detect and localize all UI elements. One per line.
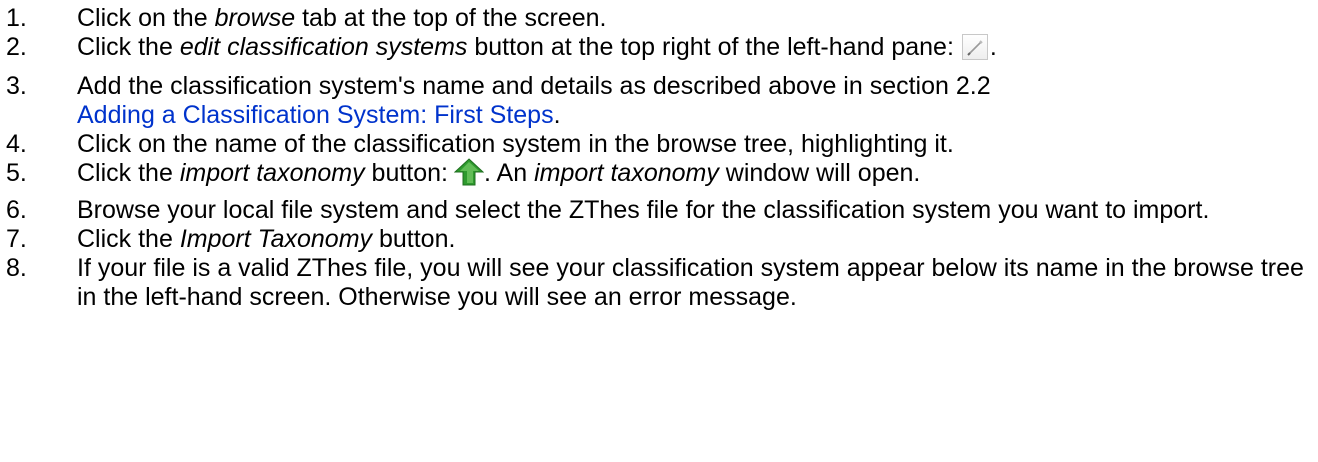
instruction-list: 1. Click on the browse tab at the top of…: [0, 0, 1318, 312]
step-text: If your file is a valid ZThes file, you …: [77, 254, 1304, 312]
step-2: 2. Click the edit classification systems…: [0, 33, 1318, 62]
step-number: 6.: [6, 196, 27, 225]
step-text: .: [553, 101, 561, 129]
step-3: 3. Add the classification system's name …: [0, 72, 1318, 130]
browse-tab-term: browse: [214, 4, 296, 32]
step-5: 5. Click the import taxonomy button: . An…: [0, 158, 1318, 188]
step-number: 5.: [6, 159, 27, 187]
edit-icon: [961, 34, 988, 61]
step-number: 8.: [6, 254, 27, 283]
step-text: Click on the name of the classification …: [77, 130, 954, 158]
import-taxonomy-term: import taxonomy: [534, 159, 719, 187]
import-taxonomy-button-term: Import Taxonomy: [179, 225, 373, 254]
step-text: Click the: [77, 225, 180, 254]
edit-classification-term: edit classification systems: [179, 33, 468, 61]
step-number: 4.: [6, 130, 27, 158]
step-text: button.: [372, 225, 456, 254]
step-6: 6. Browse your local file system and sel…: [0, 196, 1318, 225]
step-text: .: [989, 33, 997, 61]
step-text: Click the: [77, 33, 180, 61]
step-1: 1. Click on the browse tab at the top of…: [0, 4, 1318, 33]
step-4: 4. Click on the name of the classificati…: [0, 130, 1318, 159]
step-text: window will open.: [718, 159, 921, 187]
step-text: Click the: [77, 159, 180, 187]
step-7: 7. Click the Import Taxonomy button.: [0, 225, 1318, 254]
first-steps-link[interactable]: Adding a Classification System: First St…: [77, 101, 554, 129]
step-8: 8. If your file is a valid ZThes file, y…: [0, 254, 1318, 312]
step-number: 3.: [6, 72, 27, 100]
step-text: button:: [364, 159, 449, 187]
step-text: button at the top right of the left-hand…: [467, 33, 954, 61]
step-number: 7.: [6, 225, 27, 254]
step-text: Browse your local file system and select…: [77, 196, 1210, 225]
import-arrow-icon: [454, 158, 485, 186]
step-text: Add the classification system's name and…: [77, 72, 991, 100]
step-number: 2.: [6, 33, 27, 61]
step-text: Click on the: [77, 4, 215, 32]
step-text: . An: [484, 159, 535, 187]
step-number: 1.: [6, 4, 27, 32]
import-taxonomy-term: import taxonomy: [179, 159, 365, 187]
step-text: tab at the top of the screen.: [295, 4, 607, 32]
